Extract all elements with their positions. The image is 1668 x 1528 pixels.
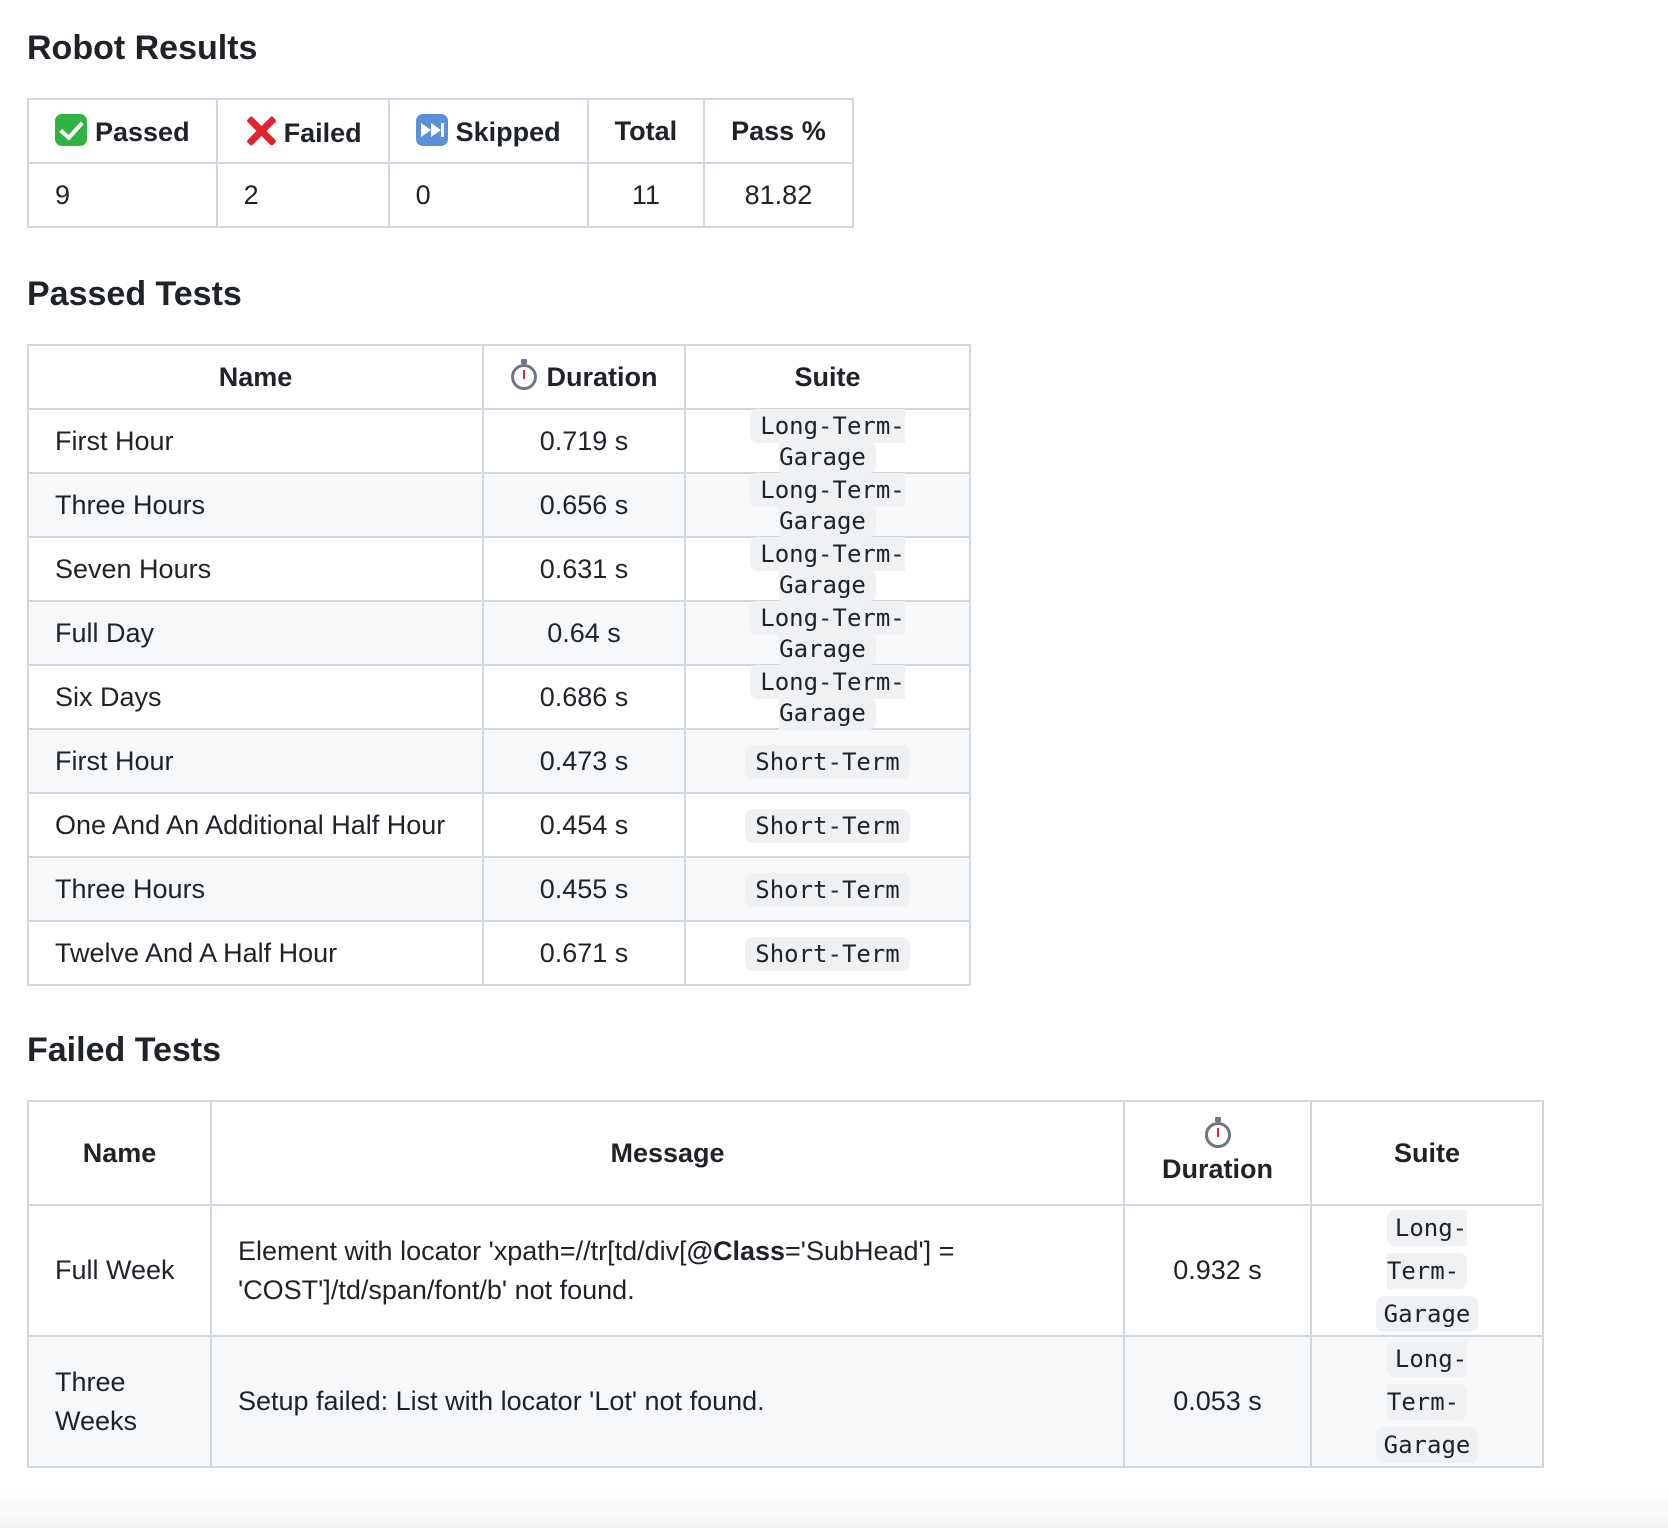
pass-percent-header: Pass %: [703, 98, 854, 164]
test-suite: Short-Term: [684, 920, 971, 986]
summary-table: Passed Failed Skipped Total Pass % 9 2 0…: [27, 98, 854, 228]
suite-code: Long-Term-Garage: [750, 473, 905, 538]
message-header: Message: [210, 1100, 1125, 1206]
test-name: Three Hours: [27, 472, 484, 538]
table-row: Three Weeks Setup failed: List with locat…: [27, 1335, 1544, 1468]
suite-code: Short-Term: [745, 872, 910, 907]
name-header: Name: [27, 1100, 212, 1206]
test-duration: 0.454 s: [482, 792, 686, 858]
skipped-count: 0: [387, 162, 589, 228]
suite-code: Long-Term-: [1386, 1341, 1468, 1420]
test-duration: 0.656 s: [482, 472, 686, 538]
table-row: First Hour 0.473 s Short-Term: [27, 728, 971, 794]
suite-code: Garage: [1375, 1427, 1479, 1463]
name-header: Name: [27, 344, 484, 410]
suite-code: Long-Term-Garage: [750, 537, 905, 602]
test-suite: Short-Term: [684, 728, 971, 794]
failed-header: Failed: [215, 98, 390, 164]
test-name: Full Week: [27, 1204, 212, 1337]
fast-forward-icon: [415, 114, 448, 146]
test-name: Seven Hours: [27, 536, 484, 602]
suite-code: Long-Term-Garage: [750, 665, 905, 730]
test-suite: Long-Term- Garage: [1310, 1335, 1544, 1468]
stopwatch-icon: [510, 358, 537, 390]
test-suite: Short-Term: [684, 792, 971, 858]
test-name: Three Hours: [27, 856, 484, 922]
total-header: Total: [586, 98, 706, 164]
suite-header: Suite: [1310, 1100, 1544, 1206]
table-row: Three Hours 0.455 s Short-Term: [27, 856, 971, 922]
total-count: 11: [586, 162, 706, 228]
failure-message: Element with locator 'xpath=//tr[td/div[…: [210, 1204, 1125, 1337]
passed-header: Passed: [27, 98, 218, 164]
table-row: Seven Hours 0.631 s Long-Term-Garage: [27, 536, 971, 602]
failed-count: 2: [215, 162, 390, 228]
test-suite: Short-Term: [684, 856, 971, 922]
test-duration: 0.671 s: [482, 920, 686, 986]
test-duration: 0.631 s: [482, 536, 686, 602]
test-name: First Hour: [27, 408, 484, 474]
test-name: Three Weeks: [27, 1335, 212, 1468]
test-suite: Long-Term- Garage: [1310, 1204, 1544, 1337]
table-row: Three Hours 0.656 s Long-Term-Garage: [27, 472, 971, 538]
table-row: Full Day 0.64 s Long-Term-Garage: [27, 600, 971, 666]
test-suite: Long-Term-Garage: [684, 536, 971, 602]
duration-header: Duration: [1123, 1100, 1312, 1206]
test-name: Full Day: [27, 600, 484, 666]
suite-code: Short-Term: [745, 744, 910, 779]
passed-tests-heading: Passed Tests: [27, 275, 242, 313]
test-suite: Long-Term-Garage: [684, 664, 971, 730]
test-duration: 0.473 s: [482, 728, 686, 794]
table-row: First Hour 0.719 s Long-Term-Garage: [27, 408, 971, 474]
suite-code: Garage: [1375, 1296, 1479, 1332]
test-duration: 0.64 s: [482, 600, 686, 666]
test-duration: 0.932 s: [1123, 1204, 1312, 1337]
test-duration: 0.053 s: [1123, 1335, 1312, 1468]
skipped-header: Skipped: [387, 98, 589, 164]
table-row: Full Week Element with locator 'xpath=//…: [27, 1204, 1544, 1337]
test-name: One And An Additional Half Hour: [27, 792, 484, 858]
suite-code: Short-Term: [745, 808, 910, 843]
failed-header-row: Name Message Duration Suite: [27, 1100, 1544, 1206]
suite-code: Long-Term-: [1386, 1210, 1468, 1289]
stopwatch-icon: [1204, 1116, 1231, 1148]
cross-mark-icon: [244, 114, 278, 148]
test-name: Twelve And A Half Hour: [27, 920, 484, 986]
summary-header-row: Passed Failed Skipped Total Pass %: [27, 98, 854, 164]
bottom-fade: [0, 1494, 1668, 1528]
test-suite: Long-Term-Garage: [684, 600, 971, 666]
failed-tests-heading: Failed Tests: [27, 1031, 221, 1069]
suite-code: Long-Term-Garage: [750, 409, 905, 474]
suite-code: Long-Term-Garage: [750, 601, 905, 666]
test-duration: 0.719 s: [482, 408, 686, 474]
duration-header: Duration: [482, 344, 686, 410]
suite-header: Suite: [684, 344, 971, 410]
pass-percent: 81.82: [703, 162, 854, 228]
suite-code: Short-Term: [745, 936, 910, 971]
test-name: First Hour: [27, 728, 484, 794]
passed-header-row: Name Duration Suite: [27, 344, 971, 410]
table-row: Twelve And A Half Hour 0.671 s Short-Ter…: [27, 920, 971, 986]
test-name: Six Days: [27, 664, 484, 730]
test-duration: 0.686 s: [482, 664, 686, 730]
summary-values-row: 9 2 0 11 81.82: [27, 162, 854, 228]
test-duration: 0.455 s: [482, 856, 686, 922]
failure-message: Setup failed: List with locator 'Lot' no…: [210, 1335, 1125, 1468]
table-row: Six Days 0.686 s Long-Term-Garage: [27, 664, 971, 730]
check-mark-icon: [55, 114, 87, 146]
test-suite: Long-Term-Garage: [684, 408, 971, 474]
test-suite: Long-Term-Garage: [684, 472, 971, 538]
failed-tests-table: Name Message Duration Suite Full Week El…: [27, 1100, 1544, 1468]
summary-heading: Robot Results: [27, 29, 258, 67]
passed-tests-table: Name Duration Suite First Hour 0.719 s L…: [27, 344, 971, 986]
table-row: One And An Additional Half Hour 0.454 s …: [27, 792, 971, 858]
passed-count: 9: [27, 162, 218, 228]
